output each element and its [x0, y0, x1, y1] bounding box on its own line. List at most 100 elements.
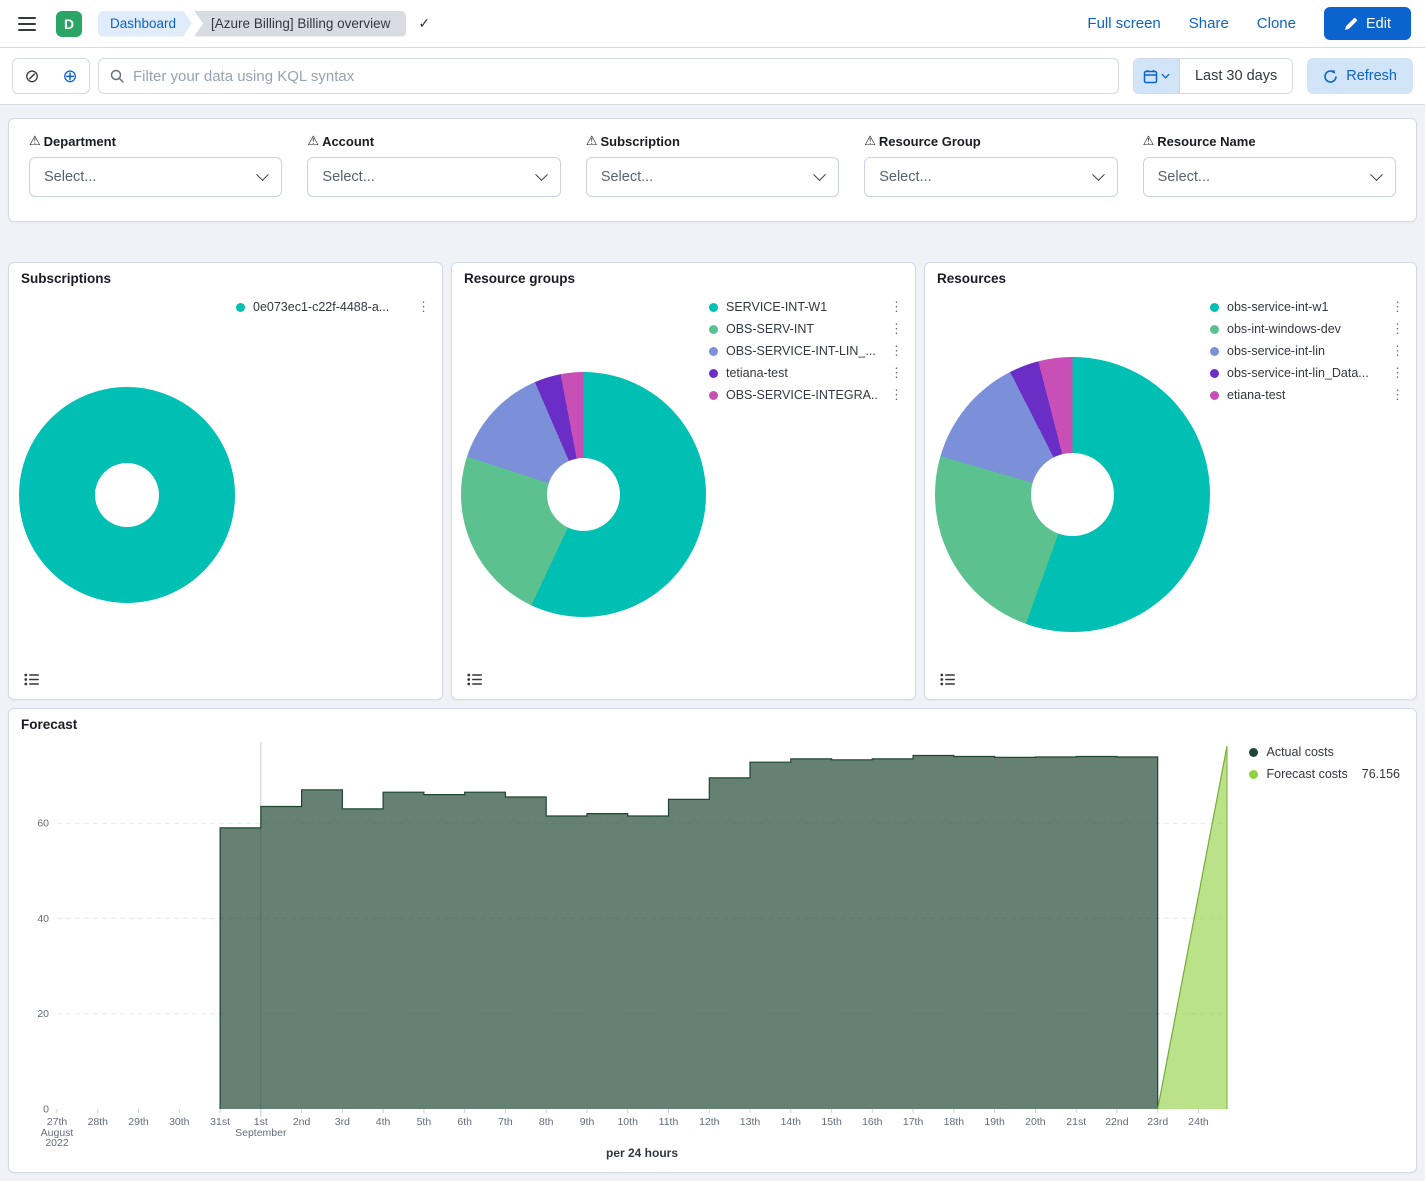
- space-avatar[interactable]: D: [56, 11, 82, 37]
- legend-label: etiana-test: [1227, 388, 1379, 402]
- disable-filters-button[interactable]: ⊘: [13, 59, 51, 93]
- legend-item[interactable]: obs-service-int-lin⋮: [1210, 340, 1408, 362]
- department-select[interactable]: Select...: [29, 157, 282, 197]
- legend-label: obs-service-int-w1: [1227, 300, 1379, 314]
- breadcrumb-current[interactable]: [Azure Billing] Billing overview: [194, 11, 406, 37]
- legend-actions-icon[interactable]: ⋮: [886, 387, 907, 403]
- search-icon: [109, 68, 125, 84]
- kql-search-box[interactable]: [98, 58, 1119, 94]
- resource-name-select[interactable]: Select...: [1143, 157, 1396, 197]
- clone-link[interactable]: Clone: [1257, 15, 1296, 32]
- legend-actions-icon[interactable]: ⋮: [1387, 343, 1408, 359]
- svg-text:7th: 7th: [498, 1116, 513, 1128]
- svg-text:13th: 13th: [740, 1116, 761, 1128]
- filter-label: Resource Group: [879, 134, 981, 149]
- refresh-button[interactable]: Refresh: [1307, 58, 1413, 94]
- svg-text:5th: 5th: [417, 1116, 432, 1128]
- legend-actions-icon[interactable]: ⋮: [1387, 299, 1408, 315]
- svg-text:19th: 19th: [984, 1116, 1005, 1128]
- filter-label: Resource Name: [1157, 134, 1255, 149]
- svg-text:11th: 11th: [659, 1116, 679, 1128]
- legend-item[interactable]: SERVICE-INT-W1⋮: [709, 296, 907, 318]
- resource-group-select[interactable]: Select...: [864, 157, 1117, 197]
- select-placeholder: Select...: [1158, 169, 1210, 185]
- forecast-chart[interactable]: 020406027th28th29th30th31st1st2nd3rd4th5…: [17, 735, 1410, 1163]
- select-placeholder: Select...: [879, 169, 931, 185]
- legend-toggle-button[interactable]: [937, 670, 959, 689]
- resource-groups-donut-chart[interactable]: [461, 372, 706, 617]
- panel-forecast: Forecast Actual costs Forecast costs 76.…: [8, 708, 1417, 1173]
- legend-item[interactable]: Actual costs: [1249, 745, 1400, 759]
- list-icon: [467, 673, 483, 686]
- subscription-select[interactable]: Select...: [586, 157, 839, 197]
- edit-button[interactable]: Edit: [1324, 7, 1411, 40]
- svg-text:12th: 12th: [699, 1116, 720, 1128]
- svg-text:29th: 29th: [128, 1116, 149, 1128]
- legend-actions-icon[interactable]: ⋮: [1387, 321, 1408, 337]
- svg-text:3rd: 3rd: [335, 1116, 350, 1128]
- legend-item[interactable]: obs-service-int-w1 ⋮: [1210, 296, 1408, 318]
- chevron-down-icon: [257, 168, 270, 181]
- kql-search-input[interactable]: [133, 68, 1108, 85]
- svg-text:31st: 31st: [210, 1116, 230, 1128]
- svg-text:15th: 15th: [821, 1116, 842, 1128]
- svg-text:September: September: [235, 1127, 287, 1139]
- full-screen-link[interactable]: Full screen: [1087, 15, 1160, 32]
- pencil-icon: [1344, 17, 1358, 31]
- panel-subscriptions: Subscriptions 0e073ec1-c22f-4488-a... ⋮: [8, 262, 443, 700]
- list-icon: [24, 673, 40, 686]
- legend-color-dot: [1210, 391, 1219, 400]
- resources-donut-chart[interactable]: [935, 357, 1210, 632]
- legend-color-dot: [1249, 770, 1258, 779]
- menu-button[interactable]: [14, 13, 40, 35]
- legend-item[interactable]: obs-int-windows-dev ⋮: [1210, 318, 1408, 340]
- legend-item[interactable]: OBS-SERV-INT⋮: [709, 318, 907, 340]
- time-range-button[interactable]: Last 30 days: [1180, 59, 1292, 93]
- legend-item[interactable]: 0e073ec1-c22f-4488-a... ⋮: [236, 296, 434, 318]
- list-icon: [940, 673, 956, 686]
- date-picker-calendar-button[interactable]: [1134, 59, 1180, 93]
- legend-item[interactable]: Forecast costs 76.156: [1249, 767, 1400, 781]
- legend-actions-icon[interactable]: ⋮: [1387, 387, 1408, 403]
- legend-color-dot: [709, 303, 718, 312]
- breadcrumb-dashboard[interactable]: Dashboard: [98, 11, 192, 37]
- filter-button-group: ⊘ ⊕: [12, 58, 90, 94]
- select-placeholder: Select...: [44, 169, 96, 185]
- svg-text:8th: 8th: [539, 1116, 554, 1128]
- filter-label: Account: [322, 134, 374, 149]
- legend-actions-icon[interactable]: ⋮: [886, 365, 907, 381]
- svg-text:40: 40: [37, 913, 49, 925]
- legend-actions-icon[interactable]: ⋮: [413, 299, 434, 315]
- refresh-icon: [1323, 69, 1338, 84]
- svg-text:0: 0: [43, 1104, 49, 1116]
- chevron-down-icon: [535, 168, 548, 181]
- legend-toggle-button[interactable]: [21, 670, 43, 689]
- filter-resource-group: ⚠Resource Group Select...: [864, 133, 1117, 197]
- account-select[interactable]: Select...: [307, 157, 560, 197]
- legend-color-dot: [709, 347, 718, 356]
- legend-actions-icon[interactable]: ⋮: [886, 343, 907, 359]
- svg-text:22nd: 22nd: [1105, 1116, 1129, 1128]
- breadcrumb: Dashboard [Azure Billing] Billing overvi…: [98, 11, 430, 37]
- share-link[interactable]: Share: [1189, 15, 1229, 32]
- legend-item[interactable]: etiana-test ⋮: [1210, 384, 1408, 406]
- svg-text:60: 60: [37, 818, 49, 830]
- legend-item[interactable]: OBS-SERVICE-INTEGRA...⋮: [709, 384, 907, 406]
- legend-item[interactable]: tetiana-test⋮: [709, 362, 907, 384]
- legend-label: obs-int-windows-dev: [1227, 322, 1379, 336]
- legend-actions-icon[interactable]: ⋮: [1387, 365, 1408, 381]
- add-filter-button[interactable]: ⊕: [51, 59, 89, 93]
- refresh-button-label: Refresh: [1346, 68, 1397, 84]
- panel-title: Resources: [937, 271, 1006, 286]
- chevron-down-icon: [813, 168, 826, 181]
- svg-text:10th: 10th: [617, 1116, 638, 1128]
- legend-item[interactable]: obs-service-int-lin_Data...⋮: [1210, 362, 1408, 384]
- legend-toggle-button[interactable]: [464, 670, 486, 689]
- top-header: D Dashboard [Azure Billing] Billing over…: [0, 0, 1425, 48]
- legend-actions-icon[interactable]: ⋮: [886, 321, 907, 337]
- legend-actions-icon[interactable]: ⋮: [886, 299, 907, 315]
- legend-item[interactable]: OBS-SERVICE-INT-LIN_...⋮: [709, 340, 907, 362]
- legend-color-dot: [1249, 748, 1258, 757]
- legend-value: 76.156: [1362, 767, 1400, 781]
- subscriptions-donut-chart[interactable]: [19, 387, 235, 603]
